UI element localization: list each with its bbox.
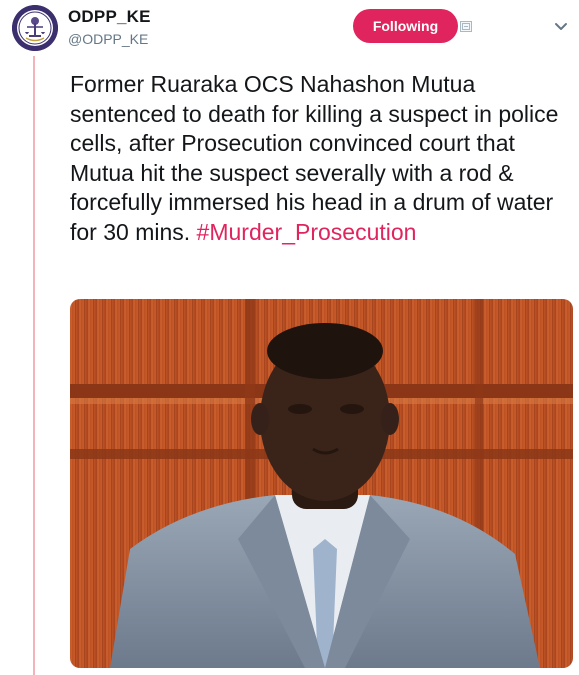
hashtag-link[interactable]: #Murder_Prosecution [197, 219, 417, 245]
tweet-text: Former Ruaraka OCS Nahashon Mutua senten… [70, 70, 570, 247]
display-name[interactable]: ODPP_KE [68, 7, 151, 27]
chevron-down-icon[interactable] [554, 22, 568, 32]
user-handle[interactable]: @ODPP_KE [68, 31, 148, 47]
notification-settings-icon[interactable] [460, 21, 472, 32]
avatar[interactable] [12, 5, 58, 51]
odpp-logo-icon [12, 5, 58, 51]
following-button[interactable]: Following [353, 9, 458, 43]
thread-line [33, 56, 35, 675]
photo-image [70, 299, 573, 668]
tweet-photo[interactable] [70, 299, 573, 668]
